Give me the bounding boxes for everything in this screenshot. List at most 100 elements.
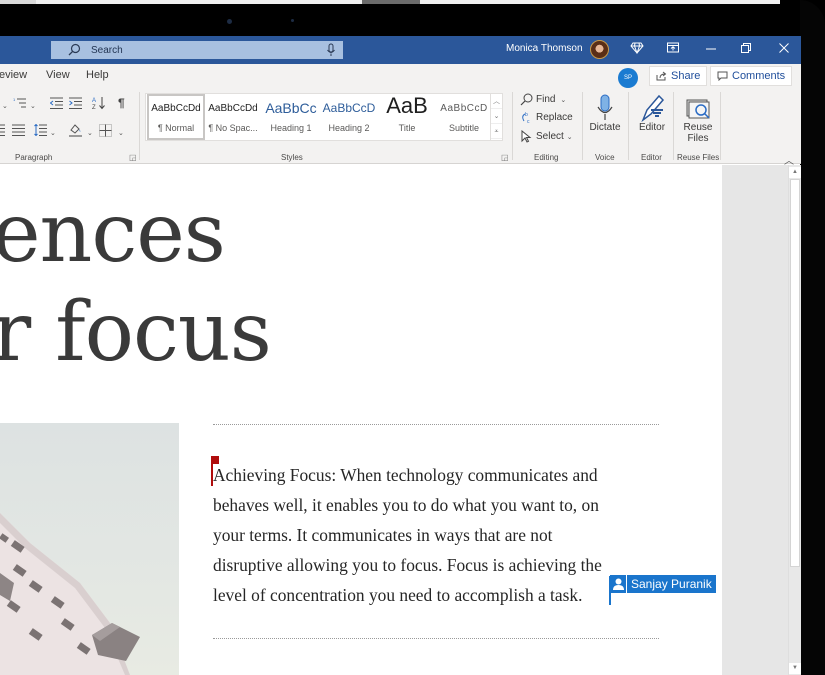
section-divider-top (213, 424, 659, 426)
sensor-icon (291, 19, 294, 22)
building-illustration (0, 513, 140, 675)
style-name: Heading 2 (328, 123, 370, 133)
editor-pen-icon (630, 92, 674, 122)
dictate-button[interactable]: Dictate (583, 92, 627, 133)
premium-diamond-icon[interactable] (630, 42, 644, 57)
minimize-icon[interactable] (706, 42, 716, 56)
svg-text:A: A (92, 98, 96, 104)
scroll-down-icon[interactable]: ▼ (789, 663, 801, 674)
search-box[interactable]: Search (51, 41, 343, 59)
borders-icon[interactable] (99, 124, 112, 140)
find-button[interactable]: Find ⌄ (520, 93, 566, 106)
replace-button[interactable]: bc Replace (520, 111, 573, 124)
reuse-files-button[interactable]: Reuse Files (676, 92, 720, 144)
tab-view[interactable]: View (46, 69, 70, 81)
style-preview: AaBbCc (265, 100, 317, 116)
search-icon (67, 43, 81, 57)
editor-button[interactable]: Editor (630, 92, 674, 133)
distributed-icon[interactable] (12, 124, 25, 139)
style-name: ¶ No Spac... (208, 123, 258, 133)
share-icon (656, 71, 667, 81)
coauthor-presence-tag[interactable]: Sanjay Puranik (610, 575, 716, 593)
svg-text:Z: Z (92, 105, 96, 110)
select-dropdown-icon: ⌄ (566, 133, 573, 141)
reuse-label-line1: Reuse (683, 122, 713, 133)
paragraph-dialog-launcher-icon[interactable]: ◲ (129, 153, 137, 162)
style-title[interactable]: AaB Title (378, 93, 436, 140)
paragraph-line: level of concentration you need to accom… (213, 585, 583, 605)
svg-text:1: 1 (13, 97, 16, 102)
style-normal[interactable]: AaBbCcDd ¶ Normal (147, 94, 205, 140)
line-spacing-icon[interactable] (34, 123, 47, 139)
group-separator (673, 92, 674, 160)
share-button[interactable]: Share (649, 66, 708, 86)
comment-icon (717, 71, 728, 81)
multilevel-dropdown-icon[interactable]: ⌄ (30, 101, 36, 113)
sort-icon[interactable]: AZ (92, 96, 106, 113)
select-button[interactable]: Select ⌄ (520, 130, 573, 143)
user-avatar[interactable] (590, 40, 609, 59)
style-subtitle[interactable]: AaBbCcD Subtitle (436, 94, 492, 140)
restore-icon[interactable] (741, 42, 751, 56)
scroll-up-icon[interactable]: ▲ (789, 167, 801, 178)
microphone-icon[interactable] (326, 43, 336, 62)
shading-dropdown-icon[interactable]: ⌄ (87, 128, 93, 140)
shading-icon[interactable] (68, 123, 83, 140)
building-photo[interactable] (0, 423, 179, 675)
multilevel-list-icon[interactable]: 1 (13, 97, 27, 112)
group-separator (512, 92, 513, 160)
bezel-highlight (362, 0, 420, 4)
coauthor-avatar-sp[interactable]: SP (618, 68, 638, 88)
style-name: ¶ Normal (157, 123, 195, 133)
bullets-dropdown-icon[interactable]: ⌄ (2, 101, 8, 113)
user-name[interactable]: Monica Thomson (506, 43, 583, 54)
tab-review[interactable]: eview (0, 69, 27, 81)
comments-label: Comments (732, 70, 786, 82)
coauthor-name: Sanjay Puranik (631, 577, 712, 591)
reuse-files-icon (676, 92, 720, 122)
style-heading-2[interactable]: AaBbCcD Heading 2 (320, 94, 378, 140)
svg-text:b: b (525, 112, 528, 118)
search-placeholder: Search (91, 44, 123, 56)
justify-icon[interactable] (0, 124, 5, 139)
gallery-more-icon[interactable]: ⩡ (491, 124, 502, 139)
dictate-label: Dictate (589, 122, 621, 133)
gallery-scroll-up-icon[interactable]: ︿ (491, 94, 502, 109)
gallery-scroll-down-icon[interactable]: ⌄ (491, 109, 502, 124)
scrollbar-thumb[interactable] (790, 179, 800, 567)
select-cursor-icon (521, 130, 532, 143)
ribbon-display-options-icon[interactable] (667, 42, 679, 56)
style-name: Title (398, 123, 416, 133)
document-margin-area (722, 165, 788, 675)
styles-gallery: AaBbCcDd ¶ Normal AaBbCcDd ¶ No Spac... … (145, 93, 503, 141)
style-no-spacing[interactable]: AaBbCcDd ¶ No Spac... (204, 94, 262, 140)
vertical-scrollbar[interactable]: ▲ ▼ (788, 165, 801, 675)
select-label: Select (536, 131, 564, 142)
body-paragraph[interactable]: Achieving Focus: When technology communi… (213, 460, 653, 610)
show-formatting-marks-icon[interactable]: ¶ (118, 97, 125, 109)
svg-text:c: c (527, 119, 530, 124)
style-preview: AaBbCcDd (151, 103, 201, 114)
share-label: Share (671, 70, 701, 82)
section-divider-bottom (213, 638, 659, 640)
group-label-editor: Editor (641, 153, 662, 162)
style-name: Heading 1 (270, 123, 312, 133)
tab-help[interactable]: Help (86, 69, 109, 81)
style-heading-1[interactable]: AaBbCc Heading 1 (262, 94, 320, 140)
styles-gallery-scroll: ︿ ⌄ ⩡ (490, 94, 502, 140)
group-separator (628, 92, 629, 160)
ribbon: ⌄ 1 ⌄ AZ ¶ ⌄ ⌄ ⌄ Paragraph ◲ AaBbCcDd ¶ … (0, 88, 801, 164)
style-preview: AaBbCcD (440, 103, 488, 114)
paragraph-line: Achieving Focus: When technology communi… (213, 465, 598, 485)
close-icon[interactable] (779, 42, 789, 56)
line-spacing-dropdown-icon[interactable]: ⌄ (50, 128, 56, 140)
styles-dialog-launcher-icon[interactable]: ◲ (501, 153, 509, 162)
comments-button[interactable]: Comments (710, 66, 793, 86)
decrease-indent-icon[interactable] (49, 97, 63, 112)
group-separator (720, 92, 721, 160)
document-title-line-2: r focus (0, 285, 272, 380)
increase-indent-icon[interactable] (69, 97, 82, 112)
borders-dropdown-icon[interactable]: ⌄ (118, 128, 124, 140)
device-bezel-right (800, 0, 825, 675)
group-label-styles: Styles (281, 153, 303, 162)
